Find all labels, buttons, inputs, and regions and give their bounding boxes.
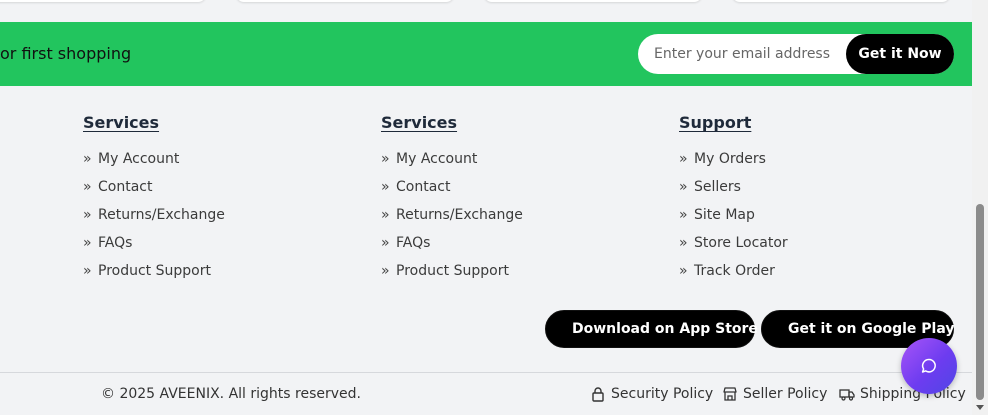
store-icon: [723, 387, 737, 401]
email-input[interactable]: [654, 34, 844, 74]
chat-bubble-icon: [921, 358, 936, 373]
newsletter-banner: or first shopping Get it Now: [0, 22, 972, 86]
google-play-label: Get it on Google Play: [788, 321, 955, 337]
footer-column-services: Services » My Account » Contact » Returns/E…: [83, 112, 225, 289]
lock-icon: [592, 387, 604, 402]
footer-link[interactable]: » Contact: [83, 177, 225, 205]
app-store-label: Download on App Store: [572, 321, 758, 337]
footer-link[interactable]: » Contact: [381, 177, 523, 205]
footer-link[interactable]: » Sellers: [679, 177, 788, 205]
footer-column-support: Support » My Orders » Sellers » Site Map » S…: [679, 112, 788, 289]
scrollbar-thumb[interactable]: [976, 204, 984, 400]
chat-button[interactable]: [901, 338, 957, 394]
footer-link[interactable]: » Returns/Exchange: [83, 205, 225, 233]
footer-link[interactable]: » Product Support: [83, 261, 225, 289]
product-card-edge: [732, 0, 950, 2]
product-card-edge: [0, 0, 206, 2]
footer-link[interactable]: » FAQs: [83, 233, 225, 261]
column-heading[interactable]: Support: [679, 112, 788, 134]
get-it-now-button[interactable]: Get it Now: [846, 34, 954, 74]
product-card-edge: [484, 0, 702, 2]
footer-column-services-2: Services » My Account » Contact » Returns/E…: [381, 112, 523, 289]
top-card-strip: [0, 0, 972, 22]
footer-divider: [0, 372, 972, 373]
footer-link[interactable]: » My Account: [381, 149, 523, 177]
shipping-policy-link[interactable]: Shipping Policy: [839, 386, 966, 402]
banner-text: or first shopping: [0, 44, 132, 63]
footer-link[interactable]: » Product Support: [381, 261, 523, 289]
column-heading[interactable]: Services: [83, 112, 225, 134]
app-store-button[interactable]: Download on App Store: [545, 310, 758, 348]
page-scrollbar[interactable]: [972, 0, 988, 415]
footer-link[interactable]: » FAQs: [381, 233, 523, 261]
column-heading[interactable]: Services: [381, 112, 523, 134]
footer-link[interactable]: » Track Order: [679, 261, 788, 289]
footer-link[interactable]: » Store Locator: [679, 233, 788, 261]
subscribe-form: Get it Now: [638, 34, 954, 74]
scroll-down-arrow[interactable]: [976, 405, 984, 410]
seller-policy-link[interactable]: Seller Policy: [722, 386, 827, 402]
truck-icon: [839, 389, 855, 401]
copyright-text: © 2025 AVEENIX. All rights reserved.: [101, 386, 361, 402]
footer-link[interactable]: » My Account: [83, 149, 225, 177]
footer-link[interactable]: » Site Map: [679, 205, 788, 233]
footer-link[interactable]: » My Orders: [679, 149, 788, 177]
footer-link[interactable]: » Returns/Exchange: [381, 205, 523, 233]
product-card-edge: [236, 0, 454, 2]
security-policy-link[interactable]: Security Policy: [590, 386, 713, 402]
